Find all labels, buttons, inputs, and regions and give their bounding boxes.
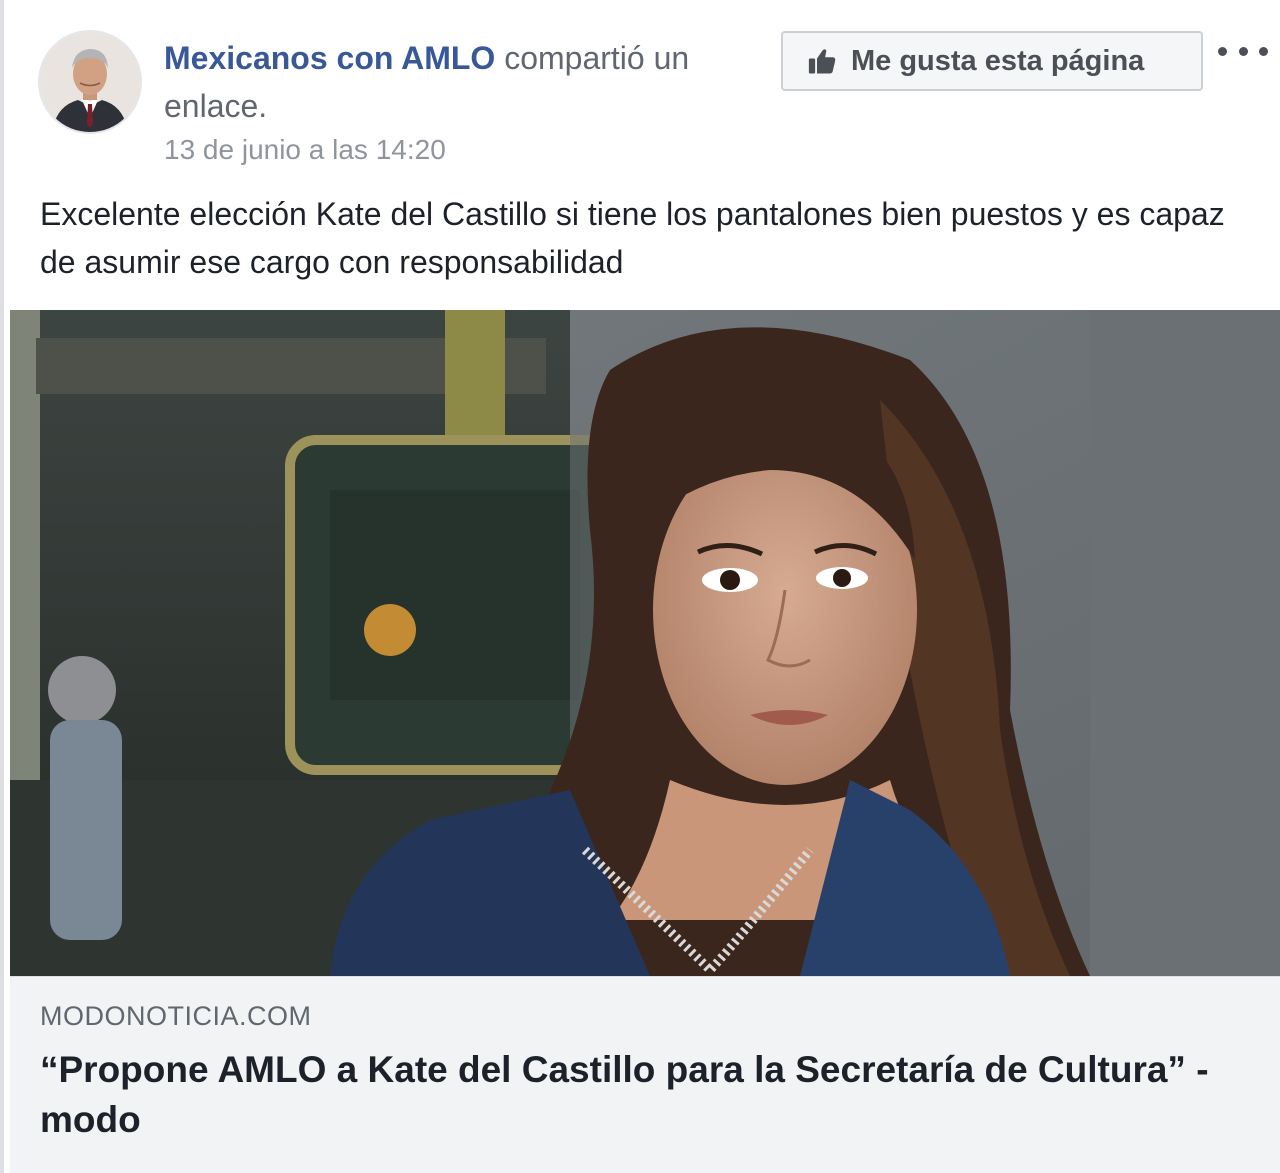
page-avatar[interactable]	[38, 30, 142, 134]
link-preview-info[interactable]: MODONOTICIA.COM “Propone AMLO a Kate del…	[10, 976, 1280, 1173]
post-message: Excelente elección Kate del Castillo si …	[40, 196, 1225, 280]
profile-photo-image	[40, 32, 140, 132]
post-header: Mexicanos con AMLO compartió un enlace.	[164, 34, 754, 130]
like-page-label: Me gusta esta página	[851, 44, 1145, 77]
thumbs-up-icon	[808, 49, 836, 74]
like-page-button[interactable]: Me gusta esta página	[781, 31, 1203, 91]
facebook-post: Mexicanos con AMLO compartió un enlace. …	[0, 0, 1280, 1173]
dot	[1259, 46, 1268, 56]
more-options-icon[interactable]	[1218, 38, 1268, 64]
article-photo	[10, 310, 1280, 976]
dot	[1238, 46, 1248, 56]
link-preview-image[interactable]	[10, 310, 1280, 976]
link-domain: MODONOTICIA.COM	[40, 1001, 312, 1031]
link-title[interactable]: “Propone AMLO a Kate del Castillo para l…	[40, 1045, 1254, 1145]
post-timestamp[interactable]: 13 de junio a las 14:20	[164, 134, 446, 166]
page-name-link[interactable]: Mexicanos con AMLO	[164, 40, 495, 76]
dot	[1218, 46, 1227, 56]
